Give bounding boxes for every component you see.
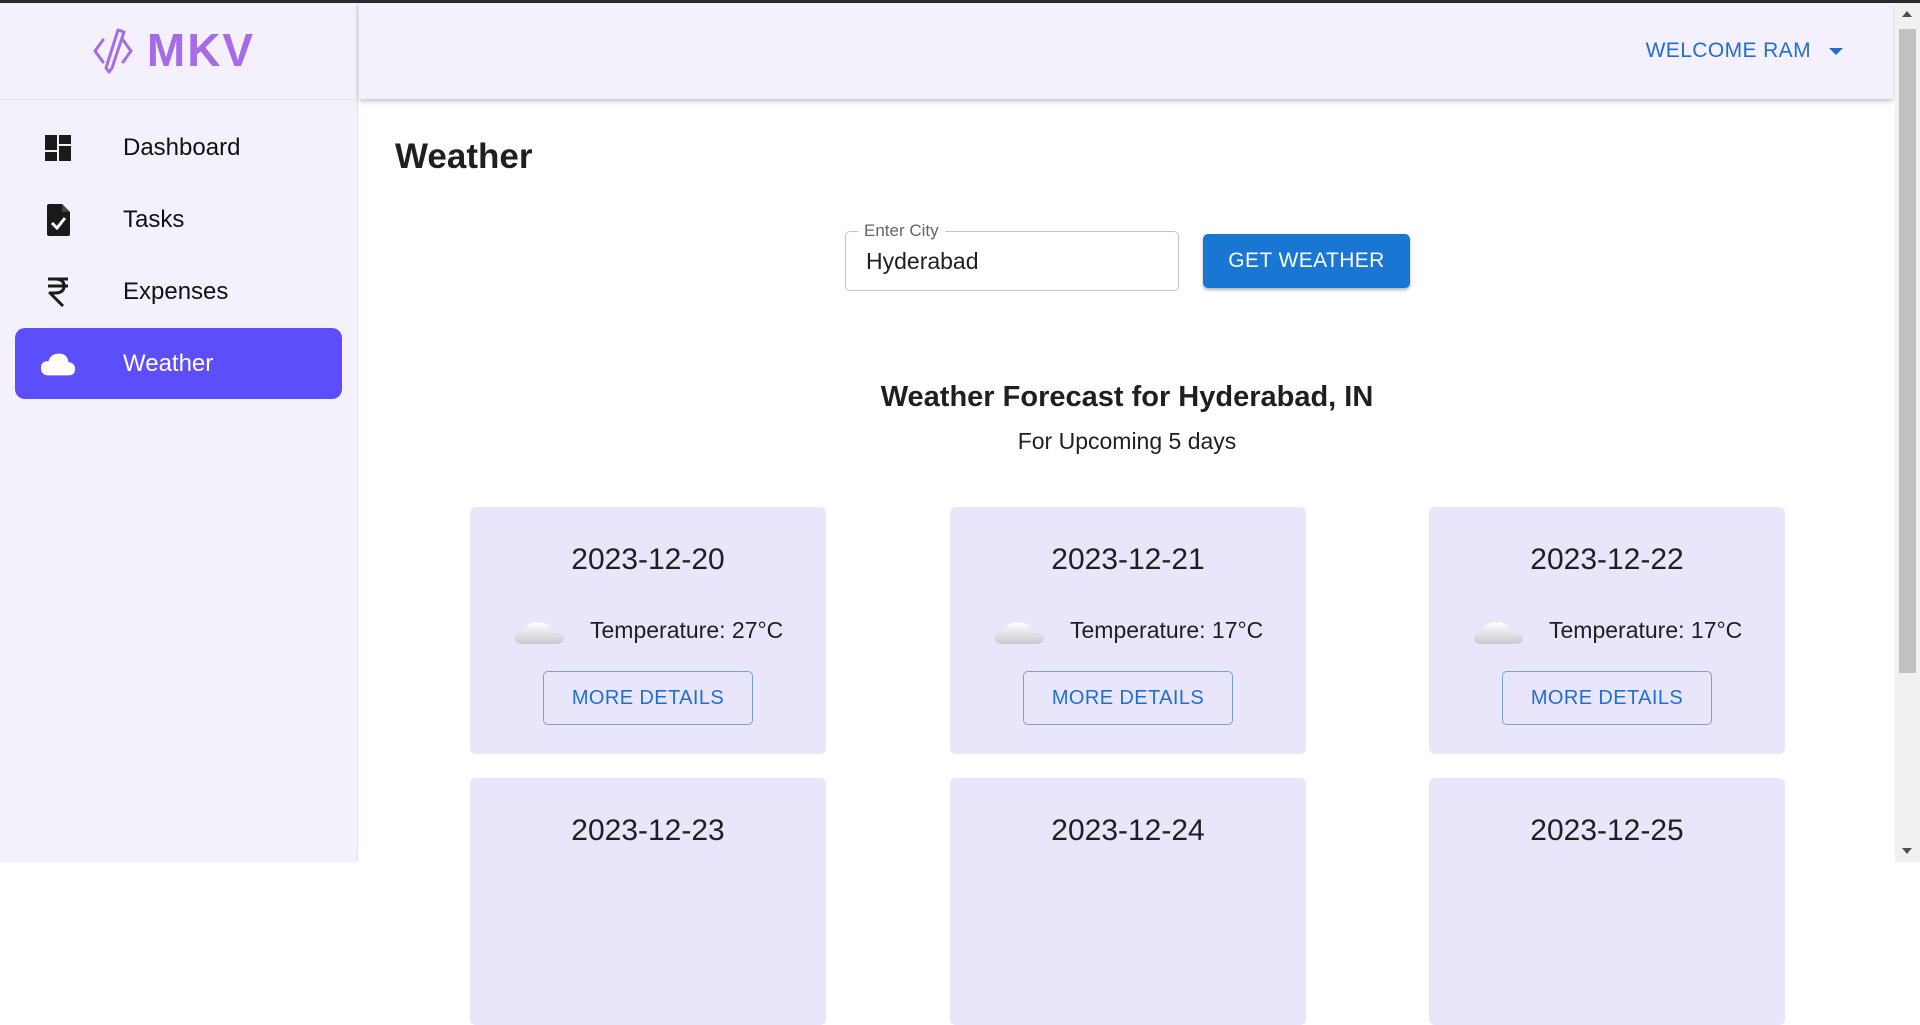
- main-content: Weather Enter City GET WEATHER Weather F…: [359, 99, 1895, 1025]
- forecast-temperature: Temperature: 17°C: [1549, 617, 1743, 643]
- sidebar: MKV Dashboard Tasks Expenses Weather: [0, 3, 358, 862]
- sidebar-item-expenses[interactable]: Expenses: [15, 256, 342, 327]
- forecast-date: 2023-12-22: [1530, 543, 1684, 576]
- more-details-button[interactable]: MORE DETAILS: [1502, 671, 1712, 725]
- forecast-card: 2023-12-21 Temperature: 17°C MORE DETAIL…: [950, 507, 1306, 754]
- scrollbar-thumb[interactable]: [1899, 29, 1916, 673]
- forecast-card: 2023-12-25: [1429, 778, 1785, 1025]
- forecast-card: 2023-12-24: [950, 778, 1306, 1025]
- cloud-icon: [995, 622, 1044, 644]
- page-title: Weather: [395, 137, 533, 176]
- forecast-temperature: Temperature: 17°C: [1070, 617, 1264, 643]
- scroll-up-arrow-icon[interactable]: [1902, 11, 1912, 17]
- forecast-date: 2023-12-24: [1051, 814, 1205, 847]
- city-field[interactable]: Enter City: [845, 221, 1179, 291]
- logo-text: MKV: [146, 26, 254, 76]
- cloud-icon: [1474, 622, 1523, 644]
- get-weather-button[interactable]: GET WEATHER: [1203, 234, 1410, 288]
- more-details-button[interactable]: MORE DETAILS: [1023, 671, 1233, 725]
- city-input[interactable]: [866, 248, 1156, 275]
- sidebar-item-label: Tasks: [123, 205, 185, 233]
- more-details-button[interactable]: MORE DETAILS: [543, 671, 753, 725]
- page-scrollbar[interactable]: [1895, 3, 1920, 862]
- welcome-text: WELCOME RAM: [1645, 39, 1811, 62]
- cloud-icon: [40, 346, 76, 382]
- dashboard-icon: [40, 130, 76, 166]
- forecast-date: 2023-12-20: [571, 543, 725, 576]
- sidebar-item-tasks[interactable]: Tasks: [15, 184, 342, 255]
- forecast-title: Weather Forecast for Hyderabad, IN: [880, 381, 1374, 413]
- forecast-date: 2023-12-21: [1051, 543, 1205, 576]
- top-app-bar: WELCOME RAM: [359, 3, 1893, 99]
- forecast-subtitle: For Upcoming 5 days: [1017, 428, 1237, 454]
- sidebar-item-dashboard[interactable]: Dashboard: [15, 112, 342, 183]
- forecast-date: 2023-12-23: [571, 814, 725, 847]
- caret-down-icon: [1829, 47, 1843, 55]
- sidebar-item-label: Weather: [123, 349, 214, 377]
- user-menu[interactable]: WELCOME RAM: [1646, 39, 1843, 63]
- rupee-icon: [40, 274, 76, 310]
- forecast-date: 2023-12-25: [1530, 814, 1684, 847]
- city-field-label: Enter City: [858, 221, 945, 241]
- forecast-card: 2023-12-20 Temperature: 27°C MORE DETAIL…: [470, 507, 826, 754]
- sidebar-item-label: Expenses: [123, 277, 229, 305]
- sidebar-nav: Dashboard Tasks Expenses Weather: [0, 100, 357, 399]
- sidebar-item-weather[interactable]: Weather: [15, 328, 342, 399]
- scroll-down-arrow-icon[interactable]: [1902, 848, 1912, 854]
- task-file-icon: [40, 202, 76, 238]
- forecast-card: 2023-12-22 Temperature: 17°C MORE DETAIL…: [1429, 507, 1785, 754]
- sidebar-item-label: Dashboard: [123, 133, 241, 161]
- forecast-temperature: Temperature: 27°C: [590, 617, 784, 643]
- mkv-logo-icon: MKV: [93, 26, 254, 76]
- cloud-icon: [515, 622, 564, 644]
- app-logo[interactable]: MKV: [0, 3, 357, 100]
- forecast-card: 2023-12-23: [470, 778, 826, 1025]
